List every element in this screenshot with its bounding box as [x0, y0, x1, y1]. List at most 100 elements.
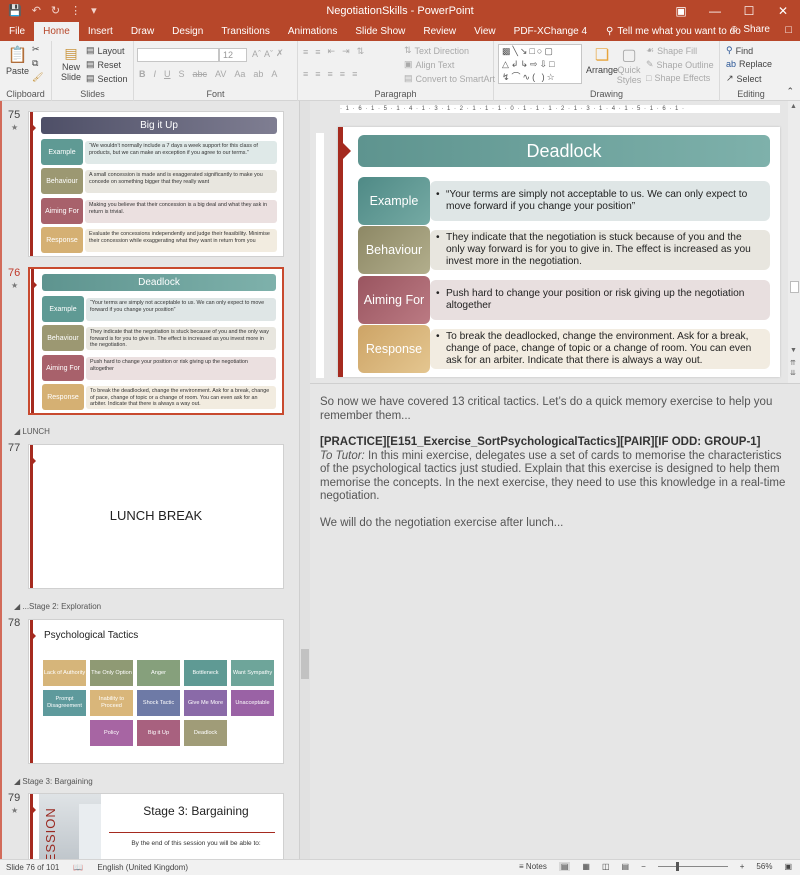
zoom-slider-thumb[interactable]: [675, 862, 679, 871]
font-color-icon[interactable]: A: [271, 69, 277, 79]
row-text-box[interactable]: They indicate that the negotiation is st…: [430, 230, 770, 270]
zoom-out-button[interactable]: −: [641, 862, 646, 871]
shadow-icon[interactable]: S: [179, 69, 185, 79]
slide-thumbnail-79[interactable]: SESSION Stage 3: Bargaining By the end o…: [28, 793, 284, 859]
tab-insert[interactable]: Insert: [79, 22, 122, 41]
text-direction-button[interactable]: ⇅ Text Direction: [404, 45, 469, 56]
tab-view[interactable]: View: [465, 22, 505, 41]
slide-sorter-icon[interactable]: ▦: [582, 862, 590, 871]
layout-button[interactable]: ▤ Layout: [86, 45, 125, 56]
italic-icon[interactable]: I: [154, 69, 157, 79]
reset-button[interactable]: ▤ Reset: [86, 59, 121, 70]
font-size-box[interactable]: 12: [219, 48, 247, 62]
select-button[interactable]: ↗ Select: [726, 73, 762, 84]
tab-pdf-xchange[interactable]: PDF-XChange 4: [505, 22, 596, 41]
replace-button[interactable]: ab Replace: [726, 59, 772, 69]
current-slide[interactable]: Deadlock Example “Your terms are simply …: [338, 127, 780, 377]
shape-effects-button[interactable]: □ Shape Effects: [646, 73, 710, 83]
slide-title[interactable]: Deadlock: [358, 135, 770, 167]
cut-button[interactable]: ✂: [32, 44, 40, 55]
section-header-exploration[interactable]: ◢ ...Stage 2: Exploration: [14, 602, 101, 611]
customize-qat-icon[interactable]: ▾: [91, 4, 97, 17]
zoom-in-button[interactable]: +: [740, 862, 745, 871]
reading-view-icon[interactable]: ◫: [602, 862, 610, 871]
redo-icon[interactable]: ↻: [51, 4, 60, 17]
strikethrough-icon[interactable]: abc: [193, 69, 208, 79]
font-name-box[interactable]: [137, 48, 219, 62]
shape-fill-button[interactable]: ☙ Shape Fill: [646, 45, 697, 56]
row-label[interactable]: Example: [358, 177, 430, 225]
decrease-indent-icon[interactable]: ⇤: [328, 46, 336, 57]
row-text-box[interactable]: Push hard to change your position or ris…: [430, 280, 770, 320]
collapse-ribbon-icon[interactable]: ⌃: [786, 86, 794, 97]
columns-icon[interactable]: ≡: [352, 69, 357, 79]
thumbnail-scrollbar[interactable]: [300, 101, 310, 859]
tab-file[interactable]: File: [0, 22, 35, 41]
tab-design[interactable]: Design: [163, 22, 212, 41]
minimize-icon[interactable]: —: [698, 0, 732, 22]
arrange-button[interactable]: ❏ Arrange: [586, 45, 618, 75]
tab-slide-show[interactable]: Slide Show: [346, 22, 414, 41]
align-left-icon[interactable]: ≡: [303, 69, 308, 79]
align-text-button[interactable]: ▣ Align Text: [404, 59, 454, 70]
quick-styles-button[interactable]: ▢ Quick Styles: [616, 45, 642, 85]
tab-animations[interactable]: Animations: [279, 22, 346, 41]
shape-outline-button[interactable]: ✎ Shape Outline: [646, 59, 714, 70]
scrollbar-thumb[interactable]: [301, 649, 309, 679]
increase-indent-icon[interactable]: ⇥: [342, 46, 350, 57]
tab-draw[interactable]: Draw: [122, 22, 163, 41]
copy-button[interactable]: ⧉: [32, 58, 38, 69]
section-button[interactable]: ▤ Section: [86, 73, 128, 84]
editor-scrollbar[interactable]: ▲ ▼ ⇈ ⇊: [788, 101, 800, 383]
bullets-icon[interactable]: ≡: [303, 47, 308, 57]
ribbon-display-options-icon[interactable]: ▣: [664, 0, 698, 22]
maximize-icon[interactable]: ☐: [732, 0, 766, 22]
section-header-lunch[interactable]: ◢ LUNCH: [14, 427, 50, 436]
font-format-buttons[interactable]: B I U Sabc AV Aa ab A: [139, 69, 277, 79]
slide-thumbnail-75[interactable]: Big it Up Example “We wouldn’t normally …: [28, 111, 284, 257]
tab-home[interactable]: Home: [34, 22, 79, 41]
char-spacing-icon[interactable]: AV: [215, 69, 226, 79]
scrollbar-thumb[interactable]: [790, 281, 799, 293]
paste-button[interactable]: 📋 Paste: [6, 45, 29, 76]
zoom-slider[interactable]: [657, 862, 728, 871]
tab-review[interactable]: Review: [414, 22, 465, 41]
next-slide-icon[interactable]: ⇊: [790, 369, 796, 377]
scroll-down-icon[interactable]: ▼: [790, 347, 797, 354]
new-slide-button[interactable]: ▤ New Slide: [58, 45, 84, 82]
slide-thumbnail-77[interactable]: LUNCH BREAK: [28, 444, 284, 589]
fit-to-window-icon[interactable]: ▣: [784, 862, 792, 871]
comments-icon[interactable]: □: [785, 24, 792, 36]
row-text-box[interactable]: To break the deadlocked, change the envi…: [430, 329, 770, 369]
spell-check-icon[interactable]: 📖: [73, 863, 83, 872]
undo-icon[interactable]: ↶: [32, 4, 41, 17]
share-button[interactable]: ☺ Share: [729, 24, 770, 35]
zoom-level[interactable]: 56%: [756, 862, 772, 871]
highlight-icon[interactable]: ab: [253, 69, 263, 79]
align-right-icon[interactable]: ≡: [328, 69, 333, 79]
slide-thumbnail-78[interactable]: Psychological Tactics Lack of Authority …: [28, 619, 284, 764]
language-indicator[interactable]: English (United Kingdom): [97, 863, 188, 872]
line-spacing-icon[interactable]: ⇅: [357, 46, 365, 57]
row-text-box[interactable]: “Your terms are simply not acceptable to…: [430, 181, 770, 221]
tell-me-box[interactable]: ⚲ Tell me what you want to do: [606, 22, 741, 41]
change-case-icon[interactable]: Aa: [234, 69, 245, 79]
justify-icon[interactable]: ≡: [340, 69, 345, 79]
close-icon[interactable]: ✕: [766, 0, 800, 22]
format-painter-button[interactable]: 🖌: [32, 72, 43, 83]
font-size-buttons[interactable]: Aˆ Aˇ ✗: [252, 48, 284, 59]
slide-show-icon[interactable]: ▤: [622, 862, 630, 871]
slide-thumbnail-76[interactable]: Deadlock Example “Your terms are simply …: [28, 267, 284, 415]
row-label[interactable]: Aiming For: [358, 276, 430, 324]
numbering-icon[interactable]: ≡: [315, 47, 320, 57]
notes-pane[interactable]: So now we have covered 13 critical tacti…: [310, 383, 800, 859]
notes-toggle-button[interactable]: ≡ Notes: [519, 862, 547, 871]
previous-slide-icon[interactable]: ⇈: [790, 359, 796, 367]
align-buttons[interactable]: ≡ ≡ ≡ ≡ ≡: [303, 69, 357, 79]
normal-view-icon[interactable]: ▤: [558, 862, 571, 871]
start-from-beginning-icon[interactable]: ⋮: [70, 4, 81, 17]
bold-icon[interactable]: B: [139, 69, 146, 79]
list-buttons[interactable]: ≡ ≡ ⇤ ⇥ ⇅: [303, 46, 364, 57]
tab-transitions[interactable]: Transitions: [212, 22, 279, 41]
row-label[interactable]: Response: [358, 325, 430, 373]
